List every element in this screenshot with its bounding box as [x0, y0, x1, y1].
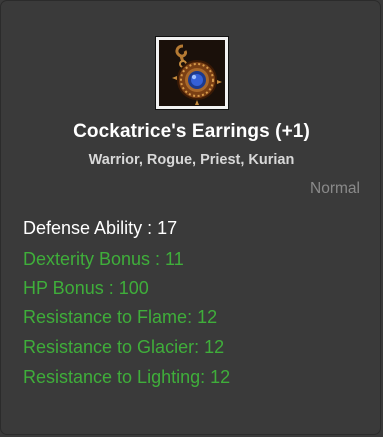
stat-resistance-lighting: Resistance to Lighting: 12 — [23, 367, 231, 387]
cockatrice-earring-icon — [159, 40, 225, 106]
stat-hp-bonus: HP Bonus : 100 — [23, 278, 149, 298]
stat-defense-ability: Defense Ability : 17 — [23, 218, 178, 238]
item-tooltip: Cockatrice's Earrings (+1) Warrior, Rogu… — [0, 0, 381, 435]
stat-resistance-glacier: Resistance to Glacier: 12 — [23, 337, 225, 357]
item-icon-frame — [156, 37, 228, 109]
stat-resistance-flame: Resistance to Flame: 12 — [23, 307, 218, 327]
item-grade: Normal — [310, 180, 360, 197]
item-name: Cockatrice's Earrings (+1) — [73, 121, 310, 142]
stat-dexterity-bonus: Dexterity Bonus : 11 — [23, 249, 184, 269]
item-class-restrictions: Warrior, Rogue, Priest, Kurian — [88, 152, 295, 168]
